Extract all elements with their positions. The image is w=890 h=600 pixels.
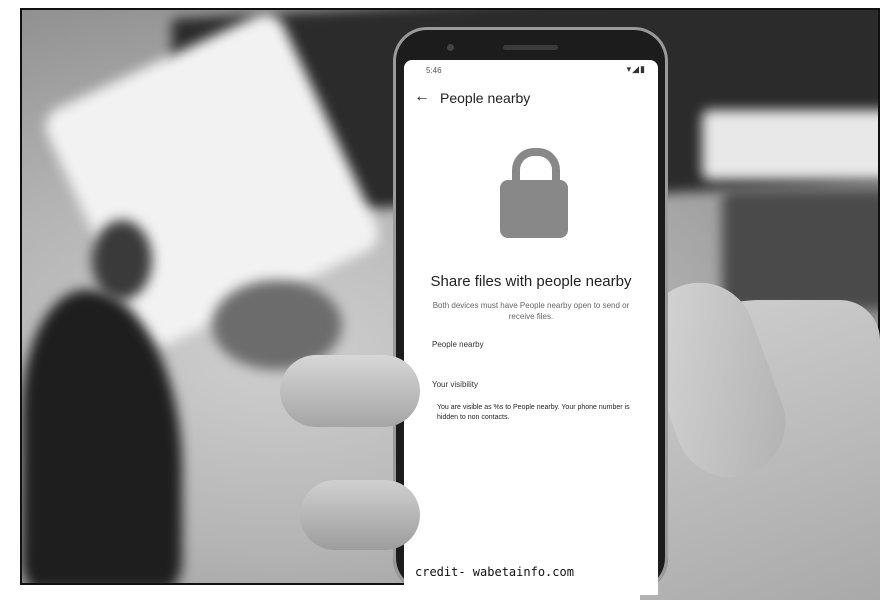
lock-body (500, 180, 568, 238)
page-title: People nearby (440, 90, 531, 106)
blurred-window (702, 110, 878, 180)
hand-finger-lower (300, 480, 420, 550)
blurred-plant-top (92, 220, 152, 300)
back-arrow-icon[interactable]: ← (414, 88, 430, 106)
app-bar: ← People nearby (404, 84, 658, 114)
front-camera (447, 44, 454, 51)
share-subtitle: Both devices must have People nearby ope… (432, 301, 630, 321)
status-bar: 5:46 ▾◢▮ (404, 60, 658, 80)
blurred-object (722, 190, 878, 310)
status-icons: ▾◢▮ (626, 64, 646, 74)
visibility-description: You are visible as %s to People nearby. … (437, 404, 630, 421)
hand-finger-upper (280, 355, 420, 427)
share-heading: Share files with people nearby (430, 273, 632, 290)
phone-screen: 5:46 ▾◢▮ ← People nearby Share files wit… (404, 60, 658, 595)
credit-watermark: credit- wabetainfo.com (415, 565, 574, 579)
people-nearby-setting[interactable]: People nearby (432, 340, 484, 349)
your-visibility-setting[interactable]: Your visibility (432, 380, 478, 389)
lock-icon (498, 148, 570, 240)
earpiece-speaker (503, 45, 558, 50)
status-time: 5:46 (426, 66, 442, 75)
